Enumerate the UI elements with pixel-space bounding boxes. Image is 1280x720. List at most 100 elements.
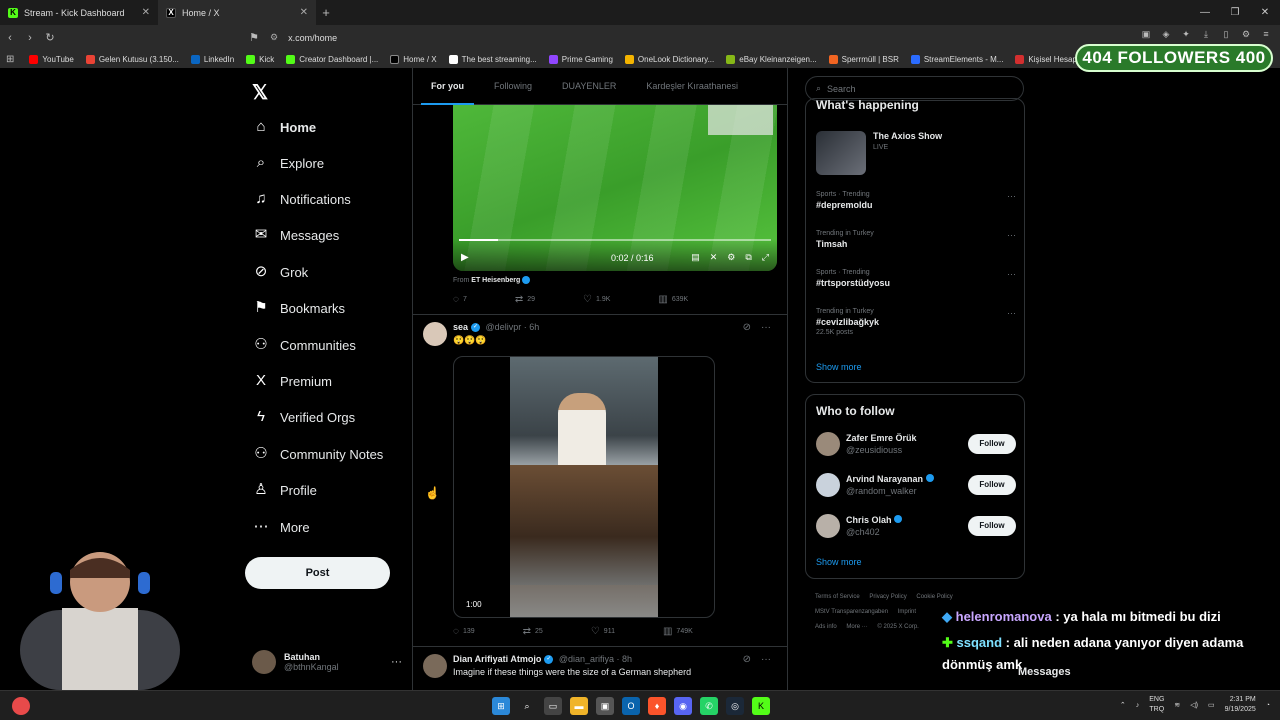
follow-suggestion[interactable]: Arvind Narayanan @random_walker Follow — [816, 473, 1016, 499]
sidebar-item-bookmarks[interactable]: ⚑ Bookmarks — [252, 296, 345, 320]
bookmark-page-icon[interactable]: ⚑ — [244, 31, 264, 44]
battery-icon[interactable]: ▭ — [1208, 701, 1215, 709]
bookmark-item[interactable]: OneLook Dictionary... — [620, 54, 719, 64]
extension-icon[interactable]: ▣ — [1140, 29, 1152, 41]
store-icon[interactable]: ▣ — [596, 697, 614, 715]
repost-button[interactable]: ⇄ 25 — [523, 626, 543, 637]
tab-kardesler[interactable]: Kardeşler Kıraathanesi — [636, 68, 748, 105]
sidebar-item-verified-orgs[interactable]: ϟ Verified Orgs — [252, 405, 355, 429]
more-icon[interactable]: ··· — [1007, 230, 1016, 240]
sidebar-item-grok[interactable]: ⊘ Grok — [252, 260, 308, 284]
maximize-icon[interactable]: ❐ — [1220, 0, 1250, 25]
more-icon[interactable]: ··· — [761, 654, 771, 665]
play-icon[interactable]: ▶ — [461, 252, 469, 263]
reload-icon[interactable]: ↻ — [40, 31, 60, 44]
tab-for-you[interactable]: For you — [421, 68, 474, 105]
minimize-icon[interactable]: — — [1190, 0, 1220, 25]
grok-icon[interactable]: ⊘ — [743, 654, 751, 665]
wifi-icon[interactable]: ≋ — [1174, 701, 1180, 709]
chevron-up-icon[interactable]: ⌃ — [1120, 701, 1126, 709]
sidebar-item-profile[interactable]: ♙ Profile — [252, 478, 317, 502]
trend-item[interactable]: Sports · Trending #trtsporstüdyosu ··· — [816, 269, 1016, 288]
sidebar-item-more[interactable]: ⋯ More — [252, 515, 310, 539]
post-author-handle[interactable]: @dian_arifiya — [559, 654, 614, 664]
url-field[interactable]: ⚙ x.com/home — [270, 29, 950, 46]
bookmark-item[interactable]: Prime Gaming — [544, 54, 618, 64]
views-button[interactable]: ▥ 639K — [658, 294, 688, 305]
views-button[interactable]: ▥ 749K — [663, 626, 693, 637]
follow-button[interactable]: Follow — [968, 475, 1016, 495]
apps-icon[interactable]: ⊞ — [6, 54, 14, 65]
task-view-icon[interactable]: ▭ — [544, 697, 562, 715]
follow-button[interactable]: Follow — [968, 516, 1016, 536]
brave-icon[interactable]: ♦ — [648, 697, 666, 715]
pip-icon[interactable]: ⧉ — [745, 252, 751, 263]
notification-bell-icon[interactable]: ◔ — [1266, 702, 1270, 709]
bookmark-item[interactable]: LinkedIn — [186, 54, 239, 64]
forward-icon[interactable]: › — [20, 32, 40, 44]
sidebar-icon[interactable]: ▯ — [1220, 29, 1232, 41]
video-player[interactable]: ▶ 0:02 / 0:16 ▤ ✕ ⚙ ⧉ ⤢ — [453, 105, 777, 271]
follow-suggestion[interactable]: Zafer Emre Örük @zeusidiouss Follow — [816, 432, 1016, 458]
trend-item[interactable]: Trending in Turkey #cevizlibağkyk 22.5K … — [816, 308, 1016, 336]
menu-icon[interactable]: ≡ — [1260, 29, 1272, 41]
show-more-link[interactable]: Show more — [816, 362, 862, 372]
bookmark-item[interactable]: StreamElements - M... — [906, 54, 1009, 64]
from-name[interactable]: ET Heisenberg — [471, 277, 520, 284]
more-icon[interactable]: ··· — [1007, 191, 1016, 201]
back-icon[interactable]: ‹ — [0, 32, 20, 44]
footer-link[interactable]: Cookie Policy — [916, 594, 952, 600]
weather-icon[interactable] — [12, 697, 30, 715]
footer-link[interactable]: Imprint — [898, 609, 916, 615]
footer-link[interactable]: MStV Transparenzangaben — [815, 609, 888, 615]
like-button[interactable]: ♡ 1.9K — [583, 294, 610, 305]
repost-button[interactable]: ⇄ 29 — [515, 294, 535, 305]
post-author-handle[interactable]: @delivpr — [486, 322, 522, 332]
follow-button[interactable]: Follow — [968, 434, 1016, 454]
windows-start-icon[interactable]: ⊞ — [492, 697, 510, 715]
bookmark-item[interactable]: Creator Dashboard |... — [281, 54, 383, 64]
follow-suggestion[interactable]: Chris Olah @ch402 Follow — [816, 514, 1016, 540]
footer-link[interactable]: Privacy Policy — [869, 594, 906, 600]
settings-icon[interactable]: ⚙ — [1240, 29, 1252, 41]
x-logo-icon[interactable]: 𝕏 — [252, 80, 268, 105]
settings-icon[interactable]: ⚙ — [727, 252, 735, 263]
mic-icon[interactable]: ♪ — [1136, 702, 1140, 709]
discord-icon[interactable]: ◉ — [674, 697, 692, 715]
trend-item[interactable]: Sports · Trending #depremoldu ··· — [816, 191, 1016, 210]
bookmark-item[interactable]: Home / X — [385, 54, 441, 64]
close-icon[interactable]: ✕ — [142, 7, 150, 18]
sidebar-item-home[interactable]: ⌂ Home — [252, 115, 316, 139]
post-time[interactable]: · 6h — [524, 322, 540, 332]
video-progress-bar[interactable] — [459, 239, 771, 241]
bookmark-item[interactable]: Gelen Kutusu (3.150... — [81, 54, 184, 64]
bookmark-item[interactable]: eBay Kleinanzeigen... — [721, 54, 821, 64]
grok-icon[interactable]: ⊘ — [743, 322, 751, 333]
extension-icon[interactable]: ◈ — [1160, 29, 1172, 41]
outlook-icon[interactable]: O — [622, 697, 640, 715]
reply-button[interactable]: ◌ 139 — [453, 626, 475, 637]
mute-icon[interactable]: ✕ — [710, 252, 718, 263]
post-time[interactable]: · 8h — [617, 654, 633, 664]
sidebar-item-communities[interactable]: ⚇ Communities — [252, 333, 356, 357]
sidebar-item-notifications[interactable]: ♫ Notifications — [252, 187, 350, 211]
browser-tab-kick[interactable]: K Stream - Kick Dashboard ✕ — [0, 0, 158, 25]
post-button[interactable]: Post — [245, 557, 390, 589]
sidebar-item-community-notes[interactable]: ⚇ Community Notes — [252, 442, 383, 466]
footer-link[interactable]: Ads info — [815, 624, 837, 630]
browser-tab-x[interactable]: X Home / X ✕ — [158, 0, 316, 25]
clock[interactable]: 2:31 PM 9/19/2025 — [1225, 695, 1256, 715]
more-icon[interactable]: ··· — [1007, 269, 1016, 279]
close-icon[interactable]: ✕ — [300, 7, 308, 18]
post-author-name[interactable]: Dian Arifiyati Atmojo — [453, 654, 541, 664]
sidebar-item-premium[interactable]: X Premium — [252, 369, 332, 393]
new-tab-icon[interactable]: + — [316, 5, 336, 20]
whatsapp-icon[interactable]: ✆ — [700, 697, 718, 715]
file-explorer-icon[interactable]: ▬ — [570, 697, 588, 715]
captions-icon[interactable]: ▤ — [691, 252, 700, 263]
live-event[interactable]: The Axios Show LIVE — [816, 131, 1016, 175]
volume-icon[interactable]: ◁) — [1190, 701, 1198, 709]
footer-link[interactable]: Terms of Service — [815, 594, 860, 600]
sidebar-item-messages[interactable]: ✉ Messages — [252, 223, 340, 247]
bookmark-item[interactable]: YouTube — [24, 54, 78, 64]
